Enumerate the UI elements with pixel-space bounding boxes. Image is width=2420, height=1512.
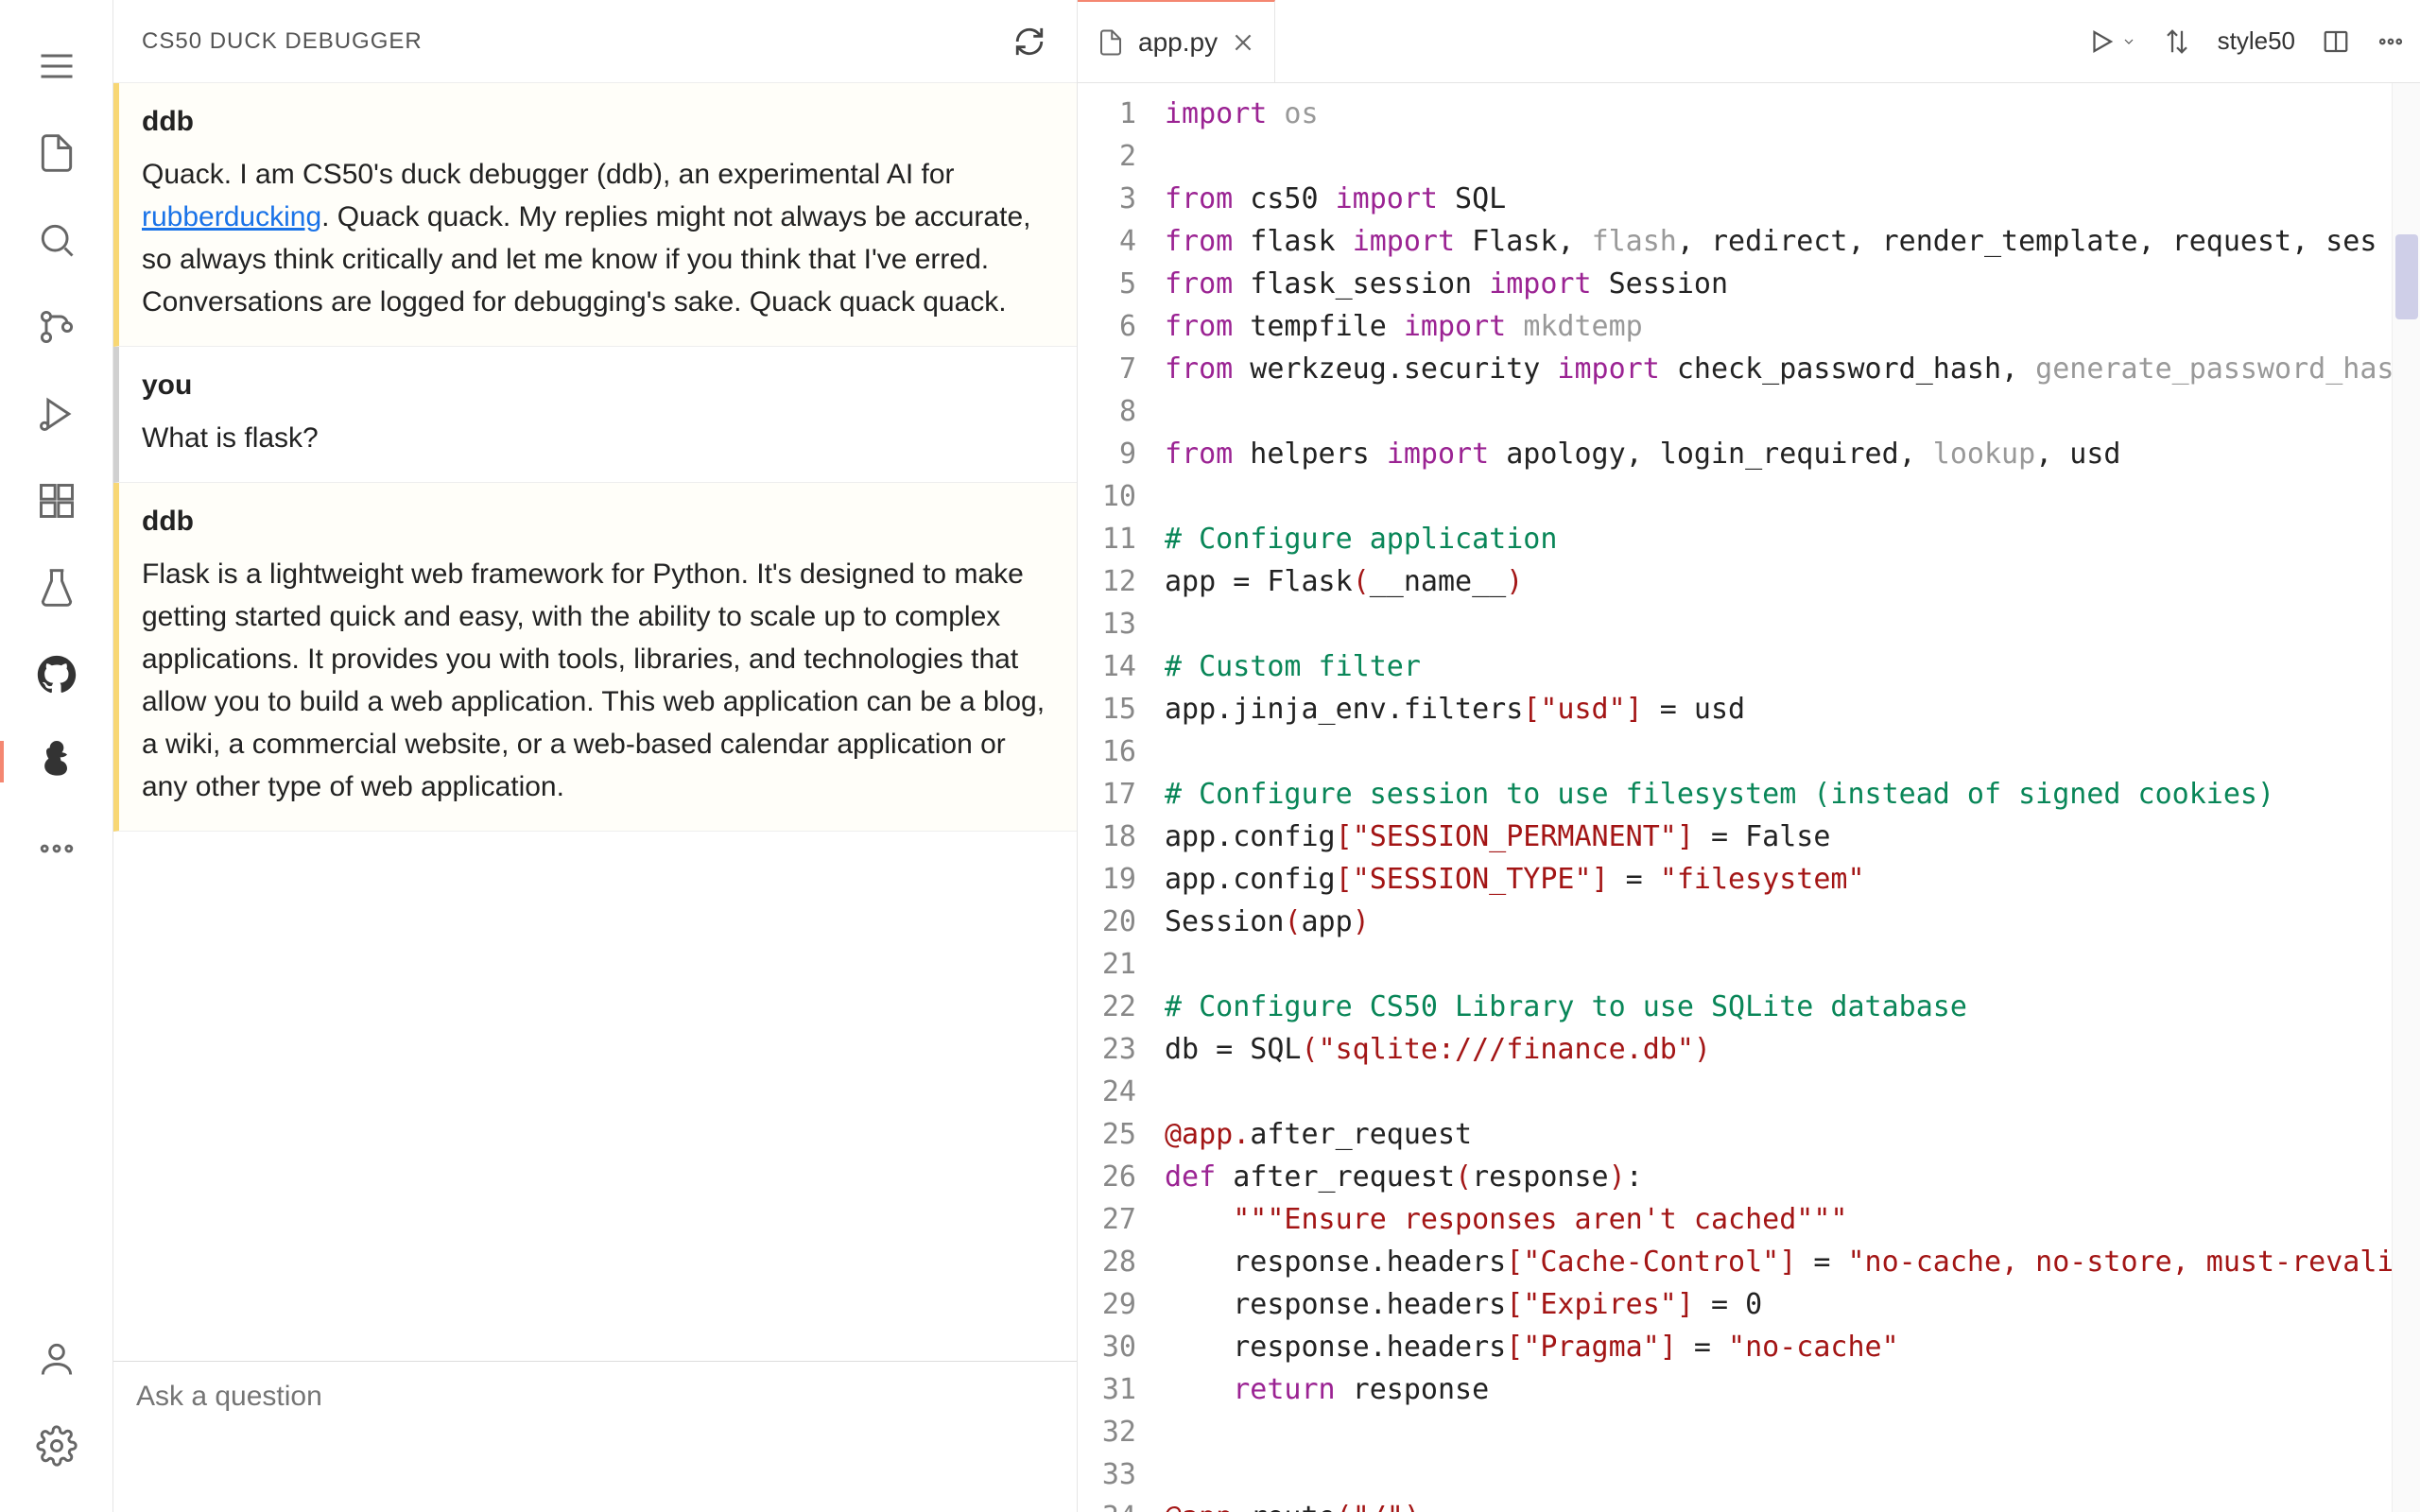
editor-area: app.py style50 1234567891011121314151617… bbox=[1078, 0, 2420, 1512]
chat-body: Quack. I am CS50's duck debugger (ddb), … bbox=[142, 153, 1054, 323]
line-number-gutter: 1234567891011121314151617181920212223242… bbox=[1078, 83, 1165, 1512]
chat-body: What is flask? bbox=[142, 417, 1054, 459]
chat-text: Quack. I am CS50's duck debugger (ddb), … bbox=[142, 159, 955, 190]
search-icon[interactable] bbox=[30, 214, 83, 266]
more-icon[interactable] bbox=[30, 822, 83, 875]
diff-icon[interactable] bbox=[2163, 27, 2191, 56]
split-editor-icon[interactable] bbox=[2322, 27, 2350, 56]
code-content[interactable]: import os from cs50 import SQLfrom flask… bbox=[1165, 83, 2420, 1512]
extensions-icon[interactable] bbox=[30, 474, 83, 527]
duck-icon[interactable] bbox=[30, 735, 83, 788]
tab-label: app.py bbox=[1138, 27, 1218, 58]
beaker-icon[interactable] bbox=[30, 561, 83, 614]
chat-message-ddb: ddb Flask is a lightweight web framework… bbox=[113, 483, 1077, 832]
source-control-icon[interactable] bbox=[30, 301, 83, 353]
chat-input[interactable] bbox=[136, 1381, 1054, 1413]
more-actions-icon[interactable] bbox=[2377, 27, 2405, 56]
chat-message-ddb: ddb Quack. I am CS50's duck debugger (dd… bbox=[113, 83, 1077, 347]
tab-bar: app.py style50 bbox=[1078, 0, 2420, 83]
chat-author: ddb bbox=[142, 506, 1054, 538]
minimap[interactable] bbox=[2392, 83, 2420, 1512]
explorer-icon[interactable] bbox=[30, 127, 83, 180]
chat-author: ddb bbox=[142, 106, 1054, 138]
activity-bar bbox=[0, 0, 113, 1512]
close-icon[interactable] bbox=[1231, 30, 1255, 55]
minimap-thumb[interactable] bbox=[2395, 234, 2418, 319]
chat-message-you: you What is flask? bbox=[113, 347, 1077, 483]
chat-body: Flask is a lightweight web framework for… bbox=[142, 553, 1054, 808]
style50-button[interactable]: style50 bbox=[2218, 26, 2295, 56]
github-icon[interactable] bbox=[30, 648, 83, 701]
chat-input-area bbox=[113, 1361, 1077, 1512]
run-debug-icon[interactable] bbox=[30, 387, 83, 440]
menu-icon[interactable] bbox=[30, 40, 83, 93]
run-button[interactable] bbox=[2087, 27, 2136, 56]
rubberducking-link[interactable]: rubberducking bbox=[142, 201, 321, 232]
chat-scroll[interactable]: ddb Quack. I am CS50's duck debugger (dd… bbox=[113, 83, 1077, 1361]
file-icon bbox=[1097, 28, 1125, 57]
tab-app-py[interactable]: app.py bbox=[1078, 0, 1275, 83]
duck-chat-panel: CS50 DUCK DEBUGGER ddb Quack. I am CS50'… bbox=[113, 0, 1078, 1512]
account-icon[interactable] bbox=[30, 1332, 83, 1385]
panel-title: CS50 DUCK DEBUGGER bbox=[142, 28, 423, 55]
refresh-icon[interactable] bbox=[1011, 23, 1048, 60]
settings-gear-icon[interactable] bbox=[30, 1419, 83, 1472]
chat-author: you bbox=[142, 369, 1054, 402]
code-editor[interactable]: 1234567891011121314151617181920212223242… bbox=[1078, 83, 2420, 1512]
